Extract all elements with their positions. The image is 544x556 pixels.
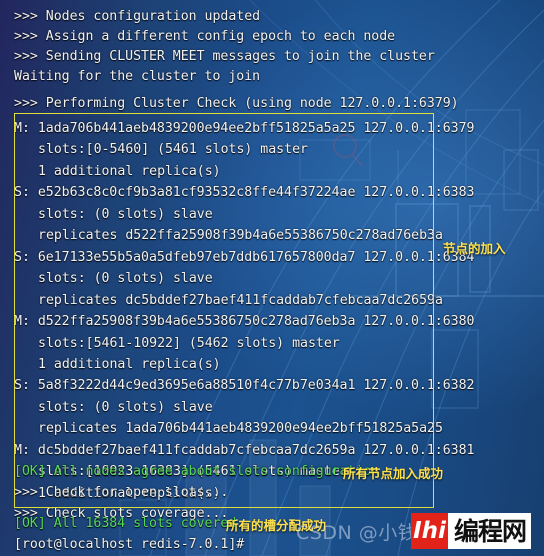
annotation-label: 所有节点加入成功 [343,466,444,481]
csdn-watermark: CSDN @小钱 [296,522,418,544]
logo-text: 编程网 [454,516,527,546]
logo-mark-icon: Ihi [411,513,448,549]
terminal-line: replicates 1ada706b441aeb4839200e94ee2bf… [38,421,443,436]
terminal-line: 1 additional replica(s) [38,357,221,372]
terminal-line: M: dc5bddef27baef411fcaddab7cfebcaa7dc26… [14,443,475,458]
terminal-line: >>> Performing Cluster Check (using node… [14,96,459,111]
terminal-line: slots: (0 slots) slave [38,271,213,286]
terminal-output: >>> Nodes configuration updated >>> Assig… [0,0,544,556]
terminal-line: S: 6e17133e55b5a0a5dfeb97eb7ddb617657800… [14,250,475,265]
terminal-line: >>> Assign a different config epoch to e… [14,29,396,44]
terminal-line: [root@localhost redis-7.0.1]# [14,537,245,552]
terminal-line: replicates d522ffa25908f39b4a6e55386750c… [38,228,443,243]
annotation-label: 节点的加入 [443,241,506,256]
desktop-screenshot: >>> Nodes configuration updated >>> Assig… [0,0,544,556]
terminal-line: slots: (0 slots) slave [38,400,213,415]
terminal-line: slots: (0 slots) slave [38,207,213,222]
terminal-line: 1 additional replica(s) [38,164,221,179]
terminal-line: M: d522ffa25908f39b4a6e55386750c278ad76e… [14,314,475,329]
terminal-line: [OK] All 16384 slots covered. [14,516,245,531]
terminal-line: >>> Sending CLUSTER MEET messages to joi… [14,49,435,64]
terminal-line: slots:[0-5460] (5461 slots) master [38,142,308,157]
terminal-line: S: e52b63c8c0cf9b3a81cf93532c8ffe44f3722… [14,185,475,200]
terminal-line: replicates dc5bddef27baef411fcaddab7cfeb… [38,293,443,308]
terminal-line: >>> Check for open slots... [14,485,229,500]
terminal-line: M: 1ada706b441aeb4839200e94ee2bff51825a5… [14,121,475,136]
terminal-line: >>> Nodes configuration updated [14,9,261,24]
terminal-line: S: 5a8f3222d44c9ed3695e6a88510f4c77b7e03… [14,378,475,393]
terminal-line: [OK] All nodes agree about slots configu… [14,464,388,479]
terminal-line: slots:[5461-10922] (5462 slots) master [38,336,340,351]
bianchengwang-logo: Ihi 编程网 [411,513,532,549]
terminal-line: Waiting for the cluster to join [14,69,261,84]
